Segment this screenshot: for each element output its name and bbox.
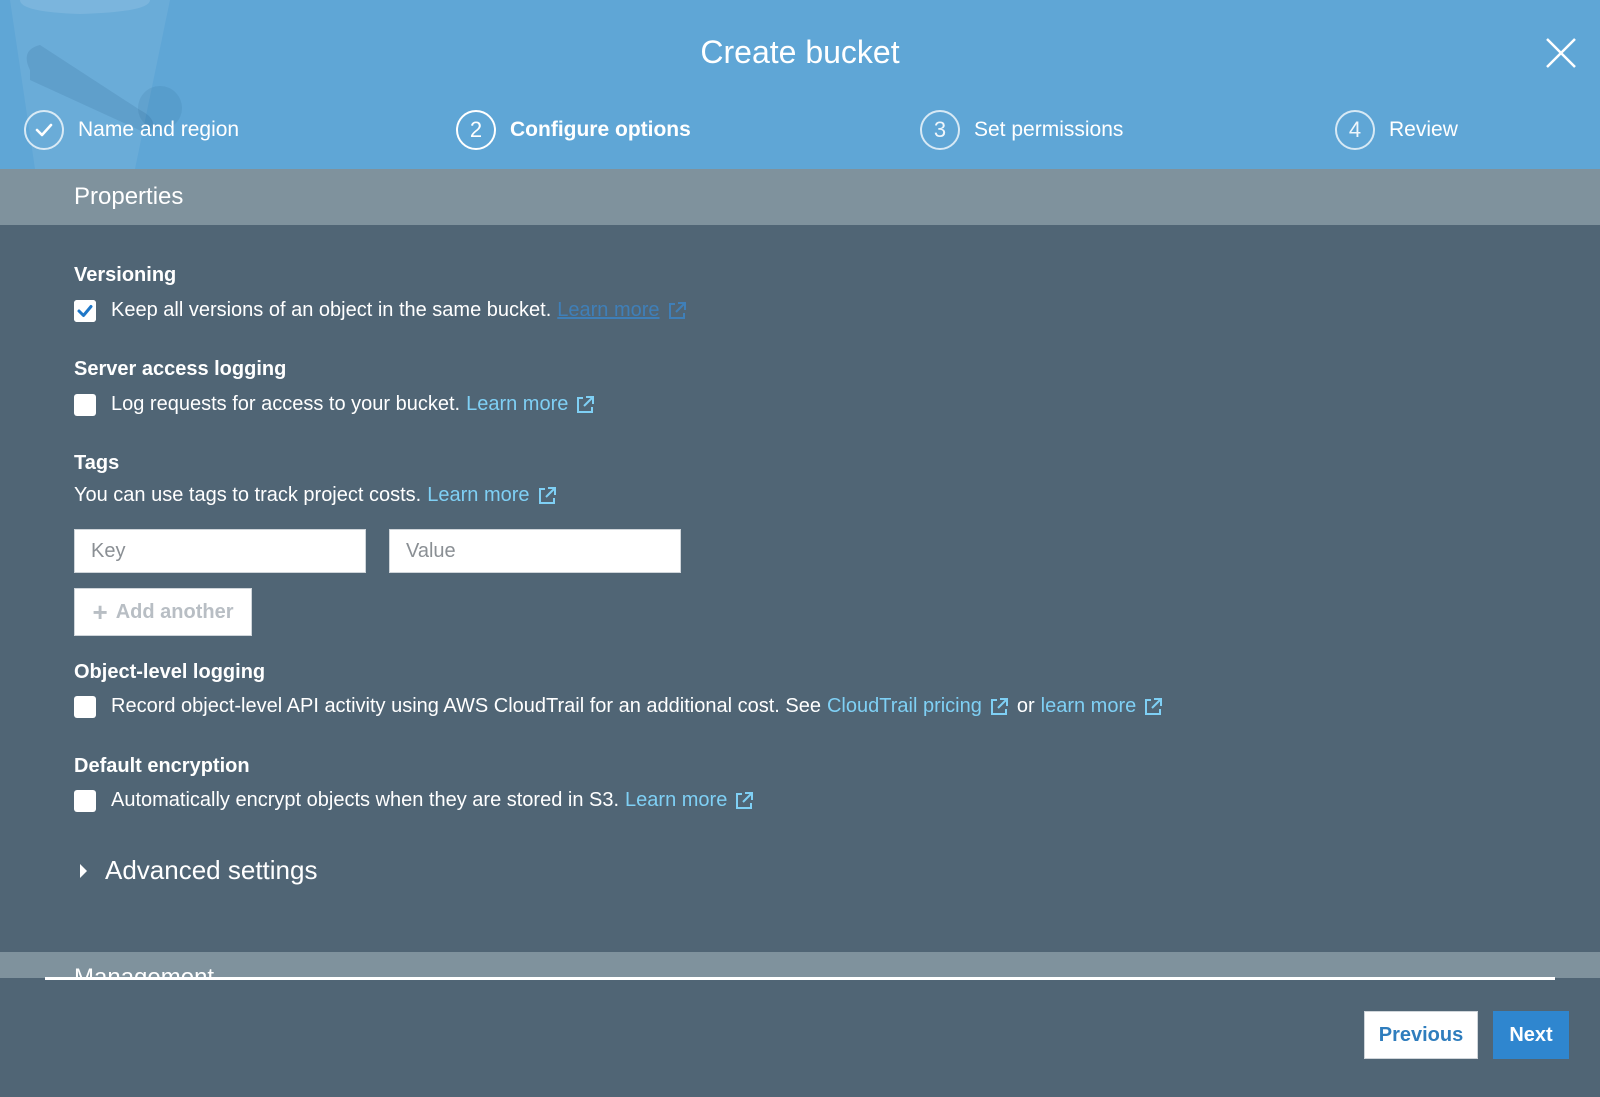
- server-access-logging-checkbox[interactable]: [74, 393, 96, 416]
- section-title: Management: [74, 964, 215, 978]
- step-label: Review: [1389, 118, 1458, 141]
- versioning-row: Keep all versions of an object in the sa…: [74, 299, 687, 322]
- server-access-logging-heading: Server access logging: [74, 358, 287, 380]
- versioning-label: Keep all versions of an object in the sa…: [111, 299, 552, 321]
- step-name-and-region[interactable]: Name and region: [24, 108, 239, 152]
- server-access-logging-learn-more-link[interactable]: Learn more: [466, 393, 595, 416]
- default-encryption-learn-more-link[interactable]: Learn more: [625, 789, 754, 812]
- wizard-header: Create bucket Name and region 2 Configur…: [0, 0, 1600, 169]
- tag-key-input[interactable]: [74, 529, 366, 573]
- checkmark-icon: [74, 299, 96, 322]
- step-label: Set permissions: [974, 118, 1124, 141]
- section-title: Properties: [74, 183, 184, 210]
- versioning-checkbox[interactable]: [74, 299, 96, 322]
- footer-divider: [45, 977, 1555, 980]
- check-circle-icon: [24, 110, 64, 150]
- advanced-settings-toggle[interactable]: Advanced settings: [80, 855, 317, 886]
- object-level-logging-row: Record object-level API activity using A…: [74, 695, 1163, 718]
- step-label: Configure options: [510, 118, 691, 141]
- external-link-icon: [990, 697, 1008, 715]
- management-section-header[interactable]: Management: [0, 952, 1600, 978]
- tags-learn-more-link[interactable]: Learn more: [427, 484, 556, 507]
- previous-button[interactable]: Previous: [1364, 1011, 1478, 1059]
- advanced-settings-label: Advanced settings: [105, 855, 318, 885]
- cloudtrail-pricing-link[interactable]: CloudTrail pricing: [827, 695, 1009, 718]
- external-link-icon: [538, 486, 556, 504]
- tags-description: You can use tags to track project costs.: [74, 484, 422, 506]
- or-text: or: [1016, 695, 1035, 717]
- object-level-logging-label: Record object-level API activity using A…: [111, 695, 821, 717]
- step-number: 3: [920, 110, 960, 150]
- default-encryption-label: Automatically encrypt objects when they …: [111, 789, 620, 811]
- step-review[interactable]: 4 Review: [1335, 108, 1458, 152]
- next-button[interactable]: Next: [1493, 1011, 1569, 1059]
- tag-value-input[interactable]: [389, 529, 681, 573]
- default-encryption-row: Automatically encrypt objects when they …: [74, 789, 754, 812]
- versioning-heading: Versioning: [74, 264, 177, 286]
- default-encryption-heading: Default encryption: [74, 755, 250, 777]
- versioning-learn-more-link[interactable]: Learn more: [557, 299, 686, 322]
- step-set-permissions[interactable]: 3 Set permissions: [920, 108, 1123, 152]
- step-configure-options[interactable]: 2 Configure options: [456, 108, 691, 152]
- server-access-logging-row: Log requests for access to your bucket. …: [74, 393, 595, 416]
- tags-heading: Tags: [74, 452, 120, 474]
- step-number: 4: [1335, 110, 1375, 150]
- add-another-tag-button[interactable]: + Add another: [74, 588, 252, 636]
- dialog-title: Create bucket: [700, 34, 900, 70]
- step-number: 2: [456, 110, 496, 150]
- object-level-logging-learn-more-link[interactable]: learn more: [1041, 695, 1164, 718]
- object-level-logging-checkbox[interactable]: [74, 695, 96, 718]
- caret-right-icon: [80, 863, 87, 878]
- plus-icon: +: [92, 596, 108, 627]
- step-label: Name and region: [78, 118, 240, 141]
- external-link-icon: [736, 791, 754, 809]
- server-access-logging-label: Log requests for access to your bucket.: [111, 393, 461, 415]
- default-encryption-checkbox[interactable]: [74, 789, 96, 812]
- external-link-icon: [1145, 697, 1163, 715]
- external-link-icon: [577, 395, 595, 413]
- add-another-label: Add another: [115, 600, 234, 623]
- external-link-icon: [668, 301, 686, 319]
- properties-section-header[interactable]: Properties: [0, 169, 1600, 225]
- object-level-logging-heading: Object-level logging: [74, 661, 266, 683]
- tags-description-row: You can use tags to track project costs.…: [74, 484, 557, 507]
- close-icon[interactable]: [1544, 36, 1578, 70]
